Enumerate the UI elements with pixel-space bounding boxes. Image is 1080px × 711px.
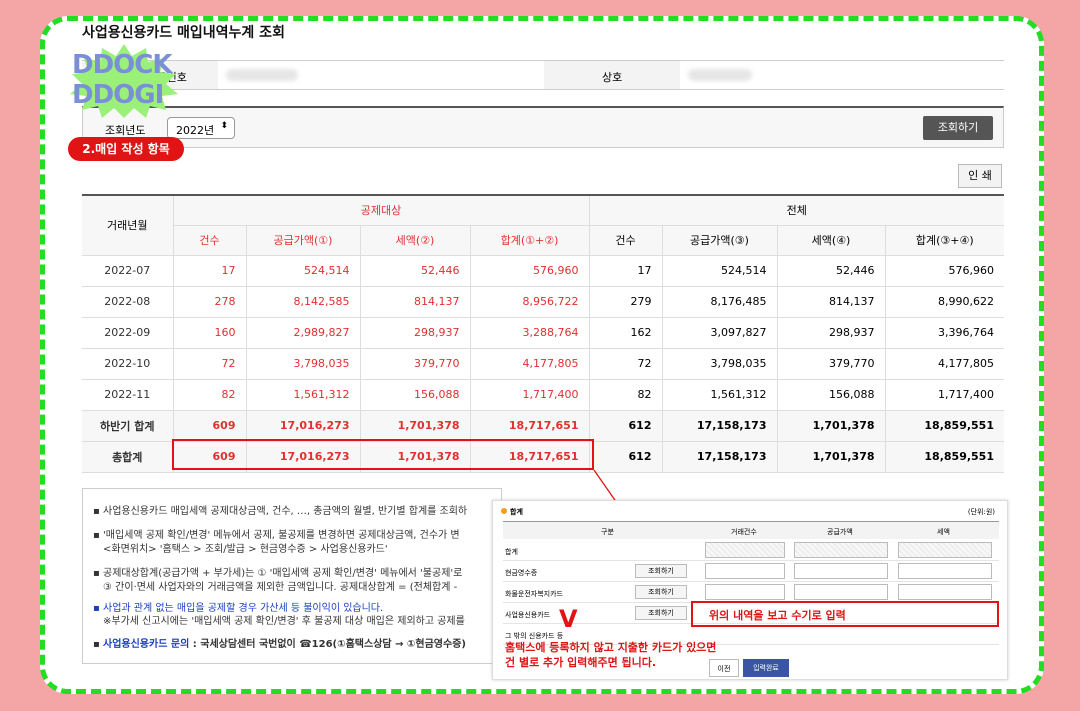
updown-icon: ⬍ — [220, 121, 228, 131]
reg-no-value-blurred — [226, 69, 298, 81]
half-year-total-row: 하반기 합계 609 17,016,273 1,701,378 18,717,651 … — [82, 410, 1004, 442]
col-month-header: 거래년월 — [82, 194, 173, 256]
table-row: 2022-08 278 8,142,585 814,137 8,956,722 279… — [82, 286, 1004, 318]
sub-header: 공급가액(①) — [245, 225, 360, 256]
note-line: <화면위치> '홈택스 > 조회/발급 > 현금영수증 > 사업용신용카드' — [103, 544, 388, 555]
grand-total-highlight — [172, 439, 594, 470]
total-input-popup: 합계 (단위:원) 구분 거래건수 공급가액 세액 합계 현금영수증 조회하기 … — [492, 500, 1008, 680]
page-title: 사업용신용카드 매입내역누계 조회 — [82, 25, 285, 41]
note-line: ▪ '매입세액 공제 확인/변경' 메뉴에서 공제, 불공제를 변경하면 공제대상… — [93, 530, 460, 541]
search-box: 조회년도 2022년 ⬍ 조회하기 — [82, 106, 1004, 148]
popup-title: 합계 — [501, 507, 523, 517]
purchase-summary-table: 거래년월 공제대상 전체 건수 공급가액(①) 세액(②) 합계(①+②) 건수… — [82, 194, 1004, 473]
lookup-button[interactable]: 조회하기 — [635, 585, 687, 599]
table-row: 2022-10 72 3,798,035 379,770 4,177,805 72 3,… — [82, 348, 1004, 380]
tax-input[interactable] — [898, 563, 992, 579]
additional-input-note: 홈택스에 등록하지 않고 지출한 카드가 있으면 건 별로 추가 입력해주면 됩… — [505, 641, 717, 669]
note-line: ▪ 사업용신용카드 매입세액 공제대상금액, 건수, …, 총금액의 월별, 반기… — [93, 506, 468, 517]
prev-button[interactable]: 이전 — [709, 659, 739, 677]
table-row: 2022-11 82 1,561,312 156,088 1,717,400 82 1,… — [82, 379, 1004, 411]
company-value-blurred — [688, 69, 752, 81]
supply-input[interactable] — [794, 584, 888, 600]
lookup-button[interactable]: 조회하기 — [635, 606, 687, 620]
tax-input[interactable] — [898, 584, 992, 600]
sub-header: 합계(①+②) — [469, 225, 589, 256]
popup-row-cash-receipt: 현금영수증 조회하기 — [503, 561, 999, 582]
print-button[interactable]: 인 쇄 — [958, 164, 1002, 188]
note-line: ▪ 사업용신용카드 문의 : 국세상담센터 국번없이 ☎126(①홈택스상담 → … — [93, 639, 466, 650]
lookup-button[interactable]: 조회하기 — [635, 564, 687, 578]
popup-row-freight-card: 화물운전자복지카드 조회하기 — [503, 582, 999, 603]
sub-header: 합계(③+④) — [884, 225, 1004, 256]
total-group-header: 전체 — [588, 194, 1004, 226]
note-line: ③ 간이·면세 사업자와의 거래금액을 제외한 금액입니다. 공제대상합계 = … — [103, 582, 458, 593]
manual-input-text: 위의 내역을 보고 수기로 입력 — [709, 609, 846, 622]
sub-header: 공급가액(③) — [661, 225, 777, 256]
count-input[interactable] — [705, 584, 785, 600]
sub-header: 건수 — [588, 225, 662, 256]
table-row: 2022-09 160 2,989,827 298,937 3,288,764 162… — [82, 317, 1004, 349]
complete-button[interactable]: 입력완료 — [743, 659, 789, 677]
unit-label: (단위:원) — [967, 508, 995, 516]
sub-header: 건수 — [172, 225, 246, 256]
table-row: 2022-07 17 524,514 52,446 576,960 17 524,514… — [82, 255, 1004, 287]
notes-box: ▪ 사업용신용카드 매입세액 공제대상금액, 건수, …, 총금액의 월별, 반기… — [82, 488, 502, 664]
deductible-group-header: 공제대상 — [172, 194, 589, 226]
year-label: 조회년도 — [105, 124, 146, 137]
v-check-mark: V — [559, 605, 578, 633]
note-line: ▪ 공제대상합계(공급가액 + 부가세)는 ① '매입세액 공제 확인/변경' 메… — [93, 568, 463, 579]
supply-input[interactable] — [794, 563, 888, 579]
sub-header: 세액(②) — [359, 225, 470, 256]
ddock-ddogi-logo: DDOCK DDOGI — [68, 42, 180, 118]
popup-row-total: 합계 — [503, 540, 999, 561]
sub-header: 세액(④) — [776, 225, 885, 256]
business-info-row: 사업자등록번호 상호 — [82, 60, 1004, 90]
note-line: ▪ 사업과 관계 없는 매입을 공제할 경우 가산세 등 불이익이 있습니다. — [93, 603, 384, 614]
popup-header-row: 구분 거래건수 공급가액 세액 — [503, 521, 999, 539]
company-label: 상호 — [602, 71, 623, 84]
purchase-item-badge: 2.매입 작성 항목 — [68, 137, 184, 161]
bullet-icon — [501, 508, 507, 514]
search-button[interactable]: 조회하기 — [923, 116, 993, 140]
year-select[interactable]: 2022년 ⬍ — [167, 117, 235, 139]
note-line: ※부가세 신고시에는 '매입세액 공제 확인/변경' 후 불공제 대상 매입은 … — [103, 616, 465, 627]
count-input[interactable] — [705, 563, 785, 579]
